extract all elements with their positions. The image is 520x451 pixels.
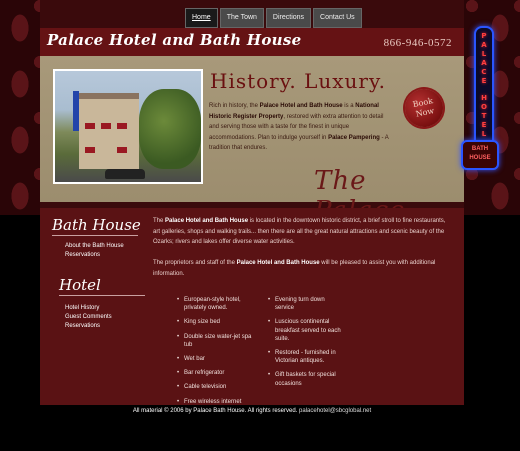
neon-letter: P [481, 32, 487, 40]
site-logo[interactable]: Palace Hotel and Bath House [47, 31, 301, 49]
book-now-button[interactable]: Book Now [401, 85, 447, 131]
neon-box-text: HOUSE [469, 155, 491, 161]
bath-house-links: About the Bath House Reservations [65, 242, 124, 260]
nav-tab-directions[interactable]: Directions [265, 8, 312, 28]
neon-letter: A [481, 41, 487, 49]
nav-tab-home[interactable]: Home [185, 8, 218, 28]
car-graphic [105, 169, 145, 179]
hotel-heading: Hotel [59, 276, 145, 296]
amenities-list-right: Evening turn down service Luscious conti… [268, 296, 342, 394]
awning-graphic [85, 147, 95, 153]
nav-tab-contact-us[interactable]: Contact Us [313, 8, 362, 28]
neon-letter: L [481, 130, 487, 138]
link-hotel-history[interactable]: Hotel History [65, 304, 112, 313]
neon-letter: E [481, 121, 487, 129]
link-guest-comments[interactable]: Guest Comments [65, 313, 112, 322]
awning-graphic [117, 147, 127, 153]
contact-paragraph: The proprietors and staff of the Palace … [153, 260, 436, 277]
email-link[interactable]: palacehotel@sbcglobal.net [299, 408, 371, 414]
list-item: Free wireless internet [177, 398, 261, 406]
list-item: Restored - furnished in Victorian antiqu… [268, 349, 342, 365]
list-item: Double size water-jet spa tub [177, 333, 261, 349]
intro-paragraph: The Palace Hotel and Bath House is locat… [153, 218, 446, 245]
awning-graphic [101, 123, 111, 129]
list-item: Cable television [177, 383, 261, 391]
awning-graphic [85, 123, 95, 129]
banner-headline: History. Luxury. [210, 69, 386, 93]
list-item: Luscious continental breakfast served to… [268, 318, 342, 343]
heading-rule [59, 295, 145, 296]
tree-graphic [139, 89, 201, 169]
link-bath-house-reservations[interactable]: Reservations [65, 251, 124, 260]
neon-letter: L [481, 50, 487, 58]
main-content: Bath House About the Bath House Reservat… [40, 208, 464, 406]
neon-letter: E [481, 77, 487, 85]
site-footer: All material © 2006 by Palace Bath House… [40, 408, 464, 414]
neon-letter: C [481, 68, 487, 76]
awning-graphic [117, 123, 127, 129]
list-item: Evening turn down service [268, 296, 342, 312]
list-item: King size bed [177, 318, 261, 326]
hero-banner: History. Luxury. Rich in history, the Pa… [40, 56, 464, 226]
hotel-links: Hotel History Guest Comments Reservation… [65, 304, 112, 331]
neon-bath-house-sign: BATH HOUSE [461, 140, 499, 170]
link-hotel-reservations[interactable]: Reservations [65, 322, 112, 331]
neon-box-text: BATH [471, 146, 489, 152]
nav-tab-the-town[interactable]: The Town [219, 8, 264, 28]
sign-graphic [73, 91, 79, 131]
list-item: Wet bar [177, 355, 261, 363]
list-item: Bar refrigerator [177, 369, 261, 377]
list-item: Gift baskets for special occasions [268, 371, 342, 387]
bath-house-heading: Bath House [52, 216, 141, 236]
link-about-bath-house[interactable]: About the Bath House [65, 242, 124, 251]
neon-letter: H [481, 94, 487, 102]
heading-rule [52, 235, 138, 236]
neon-letter: O [481, 103, 487, 111]
neon-letter: A [481, 59, 487, 67]
top-nav: Home The Town Directions Contact Us [185, 8, 362, 28]
hotel-photo [53, 69, 203, 184]
list-item: European-style hotel, privately owned. [177, 296, 261, 312]
banner-intro: Rich in history, the Palace Hotel and Ba… [209, 103, 389, 151]
building-graphic [79, 99, 139, 169]
copyright-text: All material © 2006 by Palace Bath House… [132, 408, 298, 414]
neon-letter: T [481, 112, 487, 120]
site-header: Palace Hotel and Bath House 866-946-0572 [40, 28, 464, 56]
amenities-list-left: European-style hotel, privately owned. K… [177, 296, 261, 412]
phone-number: 866-946-0572 [383, 37, 452, 49]
